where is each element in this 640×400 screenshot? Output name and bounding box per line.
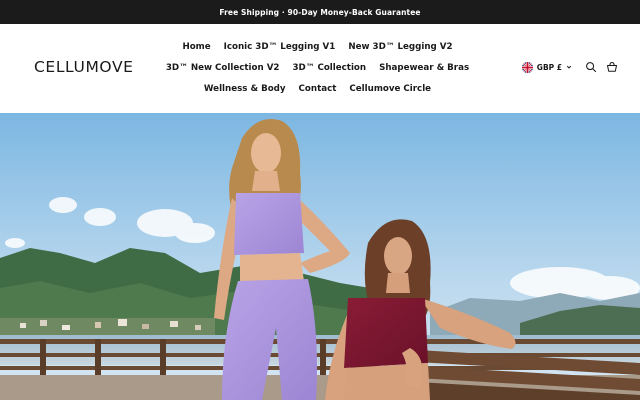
- nav-row: 3D™ New Collection V2 3D™ Collection Sha…: [166, 57, 469, 78]
- announcement-text: Free Shipping · 90-Day Money-Back Guaran…: [219, 7, 421, 17]
- nav-link-3d-collection[interactable]: 3D™ Collection: [292, 63, 366, 73]
- nav-link-new-legging-v2[interactable]: New 3D™ Legging V2: [348, 42, 452, 52]
- currency-selector[interactable]: GBP £: [521, 61, 572, 73]
- main-navigation: Home Iconic 3D™ Legging V1 New 3D™ Leggi…: [165, 36, 470, 99]
- brand-logo[interactable]: CELLUMOVE: [34, 58, 134, 76]
- nav-link-shapewear-bras[interactable]: Shapewear & Bras: [379, 63, 469, 73]
- header-tools: GBP £: [521, 61, 618, 73]
- uk-flag-icon: [521, 61, 533, 73]
- nav-link-contact[interactable]: Contact: [299, 84, 337, 94]
- search-icon[interactable]: [585, 61, 597, 73]
- chevron-down-icon: [566, 65, 572, 69]
- cart-icon[interactable]: [606, 61, 618, 73]
- currency-label: GBP £: [536, 62, 562, 72]
- nav-link-new-collection-v2[interactable]: 3D™ New Collection V2: [166, 63, 280, 73]
- site-header: CELLUMOVE Home Iconic 3D™ Legging V1 New…: [0, 24, 640, 113]
- nav-link-home[interactable]: Home: [182, 42, 210, 52]
- nav-link-cellumove-circle[interactable]: Cellumove Circle: [349, 84, 431, 94]
- hero-banner[interactable]: [0, 113, 640, 400]
- nav-row: Wellness & Body Contact Cellumove Circle: [204, 78, 431, 99]
- announcement-bar: Free Shipping · 90-Day Money-Back Guaran…: [0, 0, 640, 24]
- hero-image: [0, 113, 640, 400]
- nav-link-wellness-body[interactable]: Wellness & Body: [204, 84, 286, 94]
- nav-row: Home Iconic 3D™ Legging V1 New 3D™ Leggi…: [182, 36, 452, 57]
- nav-link-iconic-legging-v1[interactable]: Iconic 3D™ Legging V1: [224, 42, 336, 52]
